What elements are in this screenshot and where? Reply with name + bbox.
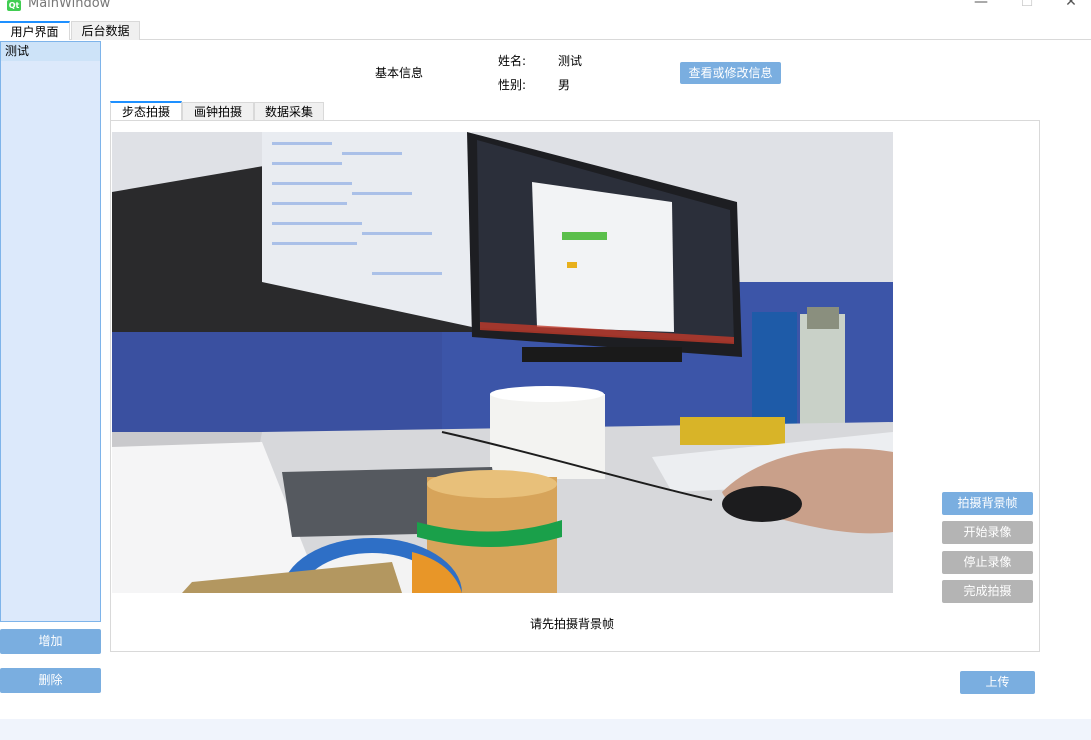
tab-user-interface[interactable]: 用户界面: [0, 21, 70, 40]
status-bar: [0, 719, 1091, 740]
window-title: MainWindow: [28, 0, 111, 11]
camera-frame-image: [112, 132, 893, 593]
start-record-button[interactable]: 开始录像: [942, 521, 1033, 544]
close-icon[interactable]: ✕: [1048, 0, 1091, 14]
tab-backend-data[interactable]: 后台数据: [71, 21, 140, 40]
basic-info-heading: 基本信息: [375, 66, 424, 80]
tab-data-collection[interactable]: 数据采集: [254, 102, 324, 121]
gender-value: 男: [558, 78, 571, 92]
gender-label: 性别:: [498, 78, 527, 92]
name-label: 姓名:: [498, 54, 527, 68]
list-item[interactable]: 测试: [1, 42, 100, 61]
view-edit-info-button[interactable]: 查看或修改信息: [680, 62, 781, 84]
minimize-icon[interactable]: —: [958, 0, 1004, 14]
main-tab-bar: 用户界面 后台数据: [0, 20, 1091, 40]
maximize-icon[interactable]: ☐: [1004, 0, 1050, 14]
finish-capture-button[interactable]: 完成拍摄: [942, 580, 1033, 603]
tab-clock-drawing[interactable]: 画钟拍摄: [182, 102, 254, 121]
upload-button[interactable]: 上传: [960, 671, 1035, 694]
title-bar: Qt MainWindow — ☐ ✕: [0, 0, 1091, 20]
capture-background-button[interactable]: 拍摄背景帧: [942, 492, 1033, 515]
delete-button[interactable]: 删除: [0, 668, 101, 693]
tab-gait-capture[interactable]: 步态拍摄: [110, 101, 182, 121]
user-list[interactable]: 测试: [0, 41, 101, 622]
camera-preview: [112, 132, 893, 593]
stop-record-button[interactable]: 停止录像: [942, 551, 1033, 574]
qt-app-icon: Qt: [7, 0, 21, 11]
capture-status-text: 请先拍摄背景帧: [530, 617, 615, 631]
name-value: 测试: [558, 54, 583, 68]
add-button[interactable]: 增加: [0, 629, 101, 654]
